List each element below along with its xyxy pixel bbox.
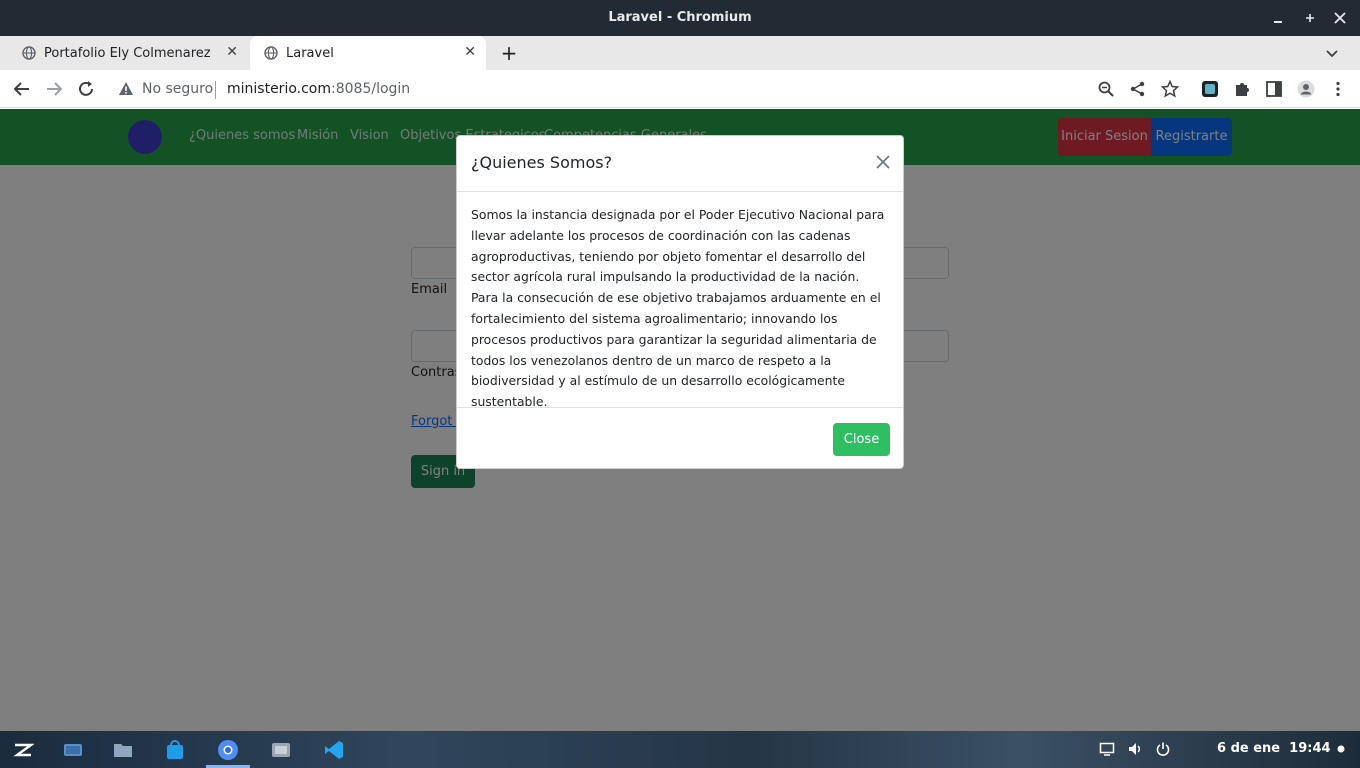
url-host: ministerio.com xyxy=(227,81,332,97)
clock[interactable]: 6 de ene 19:44 xyxy=(1217,741,1331,756)
restore-icon[interactable] xyxy=(1300,8,1320,28)
clock-date: 6 de ene xyxy=(1217,741,1281,756)
url-path: :8085/login xyxy=(331,81,411,97)
zorin-menu-icon[interactable] xyxy=(12,739,34,761)
profile-avatar-icon[interactable] xyxy=(1297,80,1315,98)
close-button[interactable]: Close xyxy=(833,423,890,456)
back-arrow-icon[interactable] xyxy=(12,79,32,99)
close-icon[interactable] xyxy=(875,154,891,170)
side-panel-icon[interactable] xyxy=(1265,80,1283,98)
chevron-down-icon[interactable] xyxy=(1324,45,1340,61)
minimize-icon[interactable] xyxy=(1268,8,1288,28)
power-icon[interactable] xyxy=(1155,741,1171,757)
quienes-somos-modal: ¿Quienes Somos? Somos la instancia desig… xyxy=(456,135,904,469)
share-icon[interactable] xyxy=(1129,80,1147,98)
tab-label: Portafolio Ely Colmenarez xyxy=(44,46,211,61)
modal-title: ¿Quienes Somos? xyxy=(471,153,613,172)
close-window-icon[interactable] xyxy=(1330,8,1350,28)
taskbar: 6 de ene 19:44 xyxy=(0,731,1360,768)
window-titlebar: Laravel - Chromium xyxy=(0,0,1360,36)
tab-portafolio[interactable]: Portafolio Ely Colmenarez ✕ xyxy=(8,36,248,70)
tab-close-icon[interactable]: ✕ xyxy=(226,44,238,60)
kebab-menu-icon[interactable] xyxy=(1329,80,1347,98)
new-tab-button[interactable]: + xyxy=(498,41,520,65)
puzzle-icon[interactable] xyxy=(1233,80,1251,98)
extension-app-icon[interactable] xyxy=(1201,80,1219,98)
warning-icon[interactable] xyxy=(118,81,134,97)
software-store-icon[interactable] xyxy=(164,739,186,761)
tab-laravel[interactable]: Laravel ✕ xyxy=(250,36,486,70)
files-icon[interactable] xyxy=(112,739,134,761)
workspaces-icon[interactable] xyxy=(62,739,84,761)
tab-strip: Portafolio Ely Colmenarez ✕ Laravel ✕ + xyxy=(0,36,1360,70)
notification-dot-icon[interactable] xyxy=(1333,741,1349,757)
tab-label: Laravel xyxy=(286,46,334,61)
chromium-icon[interactable] xyxy=(217,739,239,761)
modal-body-text: Somos la instancia designada por el Pode… xyxy=(471,207,885,410)
tab-close-icon[interactable]: ✕ xyxy=(464,44,476,60)
url-text[interactable]: ministerio.com:8085/login xyxy=(227,81,410,97)
zoom-icon[interactable] xyxy=(1097,80,1115,98)
vscode-icon[interactable] xyxy=(323,739,345,761)
display-icon[interactable] xyxy=(1099,741,1115,757)
address-bar[interactable]: No seguro ministerio.com:8085/login xyxy=(108,73,1192,105)
screenshot-icon[interactable] xyxy=(270,739,292,761)
globe-icon xyxy=(264,46,278,60)
window-title: Laravel - Chromium xyxy=(608,10,752,25)
globe-icon xyxy=(22,46,36,60)
security-label[interactable]: No seguro xyxy=(142,81,213,97)
modal-header: ¿Quienes Somos? xyxy=(457,136,903,192)
clock-time: 19:44 xyxy=(1289,741,1331,756)
star-icon[interactable] xyxy=(1161,80,1179,98)
divider xyxy=(215,81,216,99)
browser-toolbar: No seguro ministerio.com:8085/login xyxy=(0,70,1360,108)
volume-icon[interactable] xyxy=(1127,741,1143,757)
modal-footer: Close xyxy=(457,407,903,469)
forward-arrow-icon[interactable] xyxy=(44,79,64,99)
reload-icon[interactable] xyxy=(76,79,96,99)
